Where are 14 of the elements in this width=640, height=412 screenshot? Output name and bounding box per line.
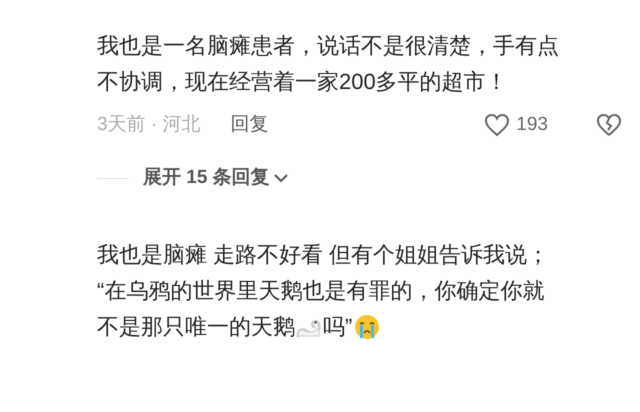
crying-face-icon — [354, 314, 380, 340]
comment-text: 不是那只唯一的天鹅 — [97, 312, 295, 340]
comment-text: 不协调，现在经营着一家200多平的超市！ — [97, 68, 508, 96]
comment-text: “在乌鸦的世界里天鹅也是有罪的，你确定你就 — [97, 276, 544, 304]
heart-icon[interactable] — [484, 113, 510, 137]
expand-replies-button[interactable]: 展开 15 条回复 — [143, 164, 289, 192]
reply-button[interactable]: 回复 — [230, 110, 268, 140]
comment-meta: 3天前 · 河北 — [97, 112, 200, 137]
comment-text: 我也是一名脑瘫患者，说话不是很清楚，手有点 — [97, 32, 559, 60]
broken-heart-icon[interactable] — [596, 113, 622, 137]
chevron-down-icon — [272, 173, 289, 184]
like-count: 193 — [516, 112, 548, 137]
comment-text: 吗” — [323, 312, 352, 340]
comment-text: 我也是脑瘫 走路不好看 但有个姐姐告诉我说； — [97, 240, 550, 268]
